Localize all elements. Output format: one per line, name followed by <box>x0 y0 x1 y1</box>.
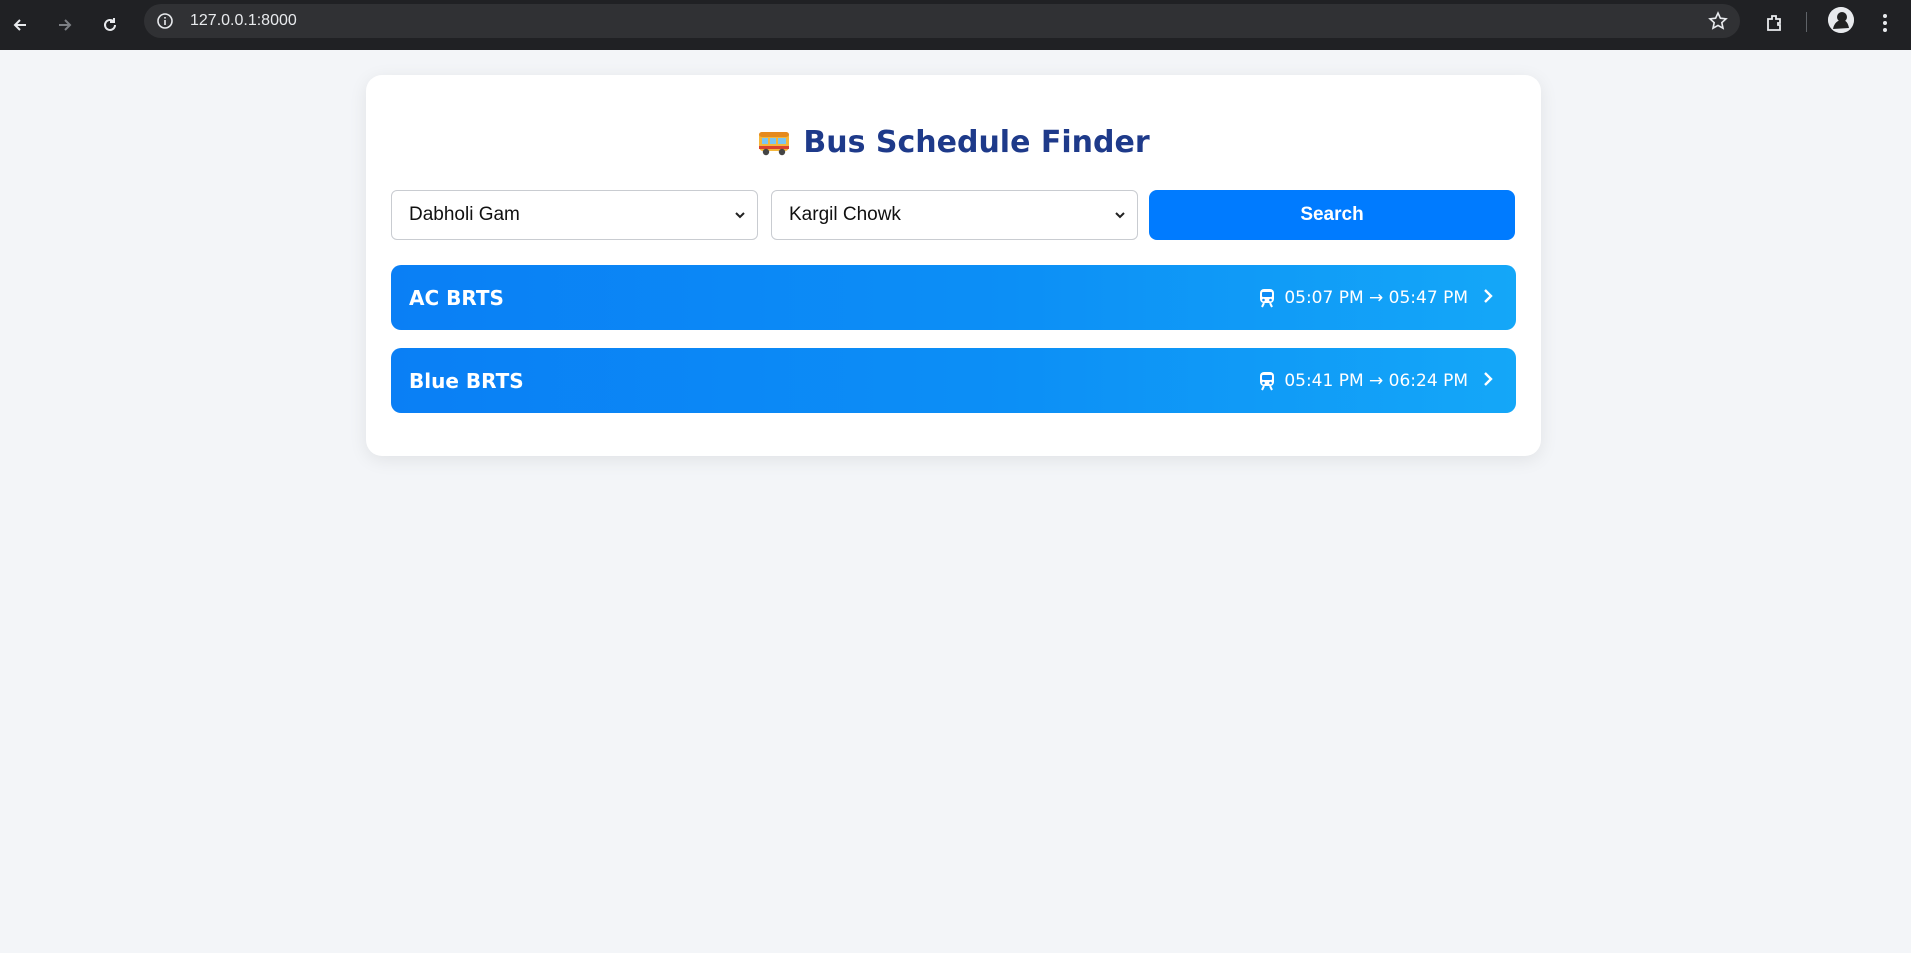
from-stop-value: Dabholi Gam <box>409 204 520 225</box>
route-time: 05:07 PM → 05:47 PM <box>1258 265 1468 330</box>
reload-button[interactable] <box>93 8 127 42</box>
site-info-icon[interactable] <box>154 10 176 32</box>
extensions-icon[interactable] <box>1760 8 1790 38</box>
toolbar-divider <box>1806 12 1807 32</box>
tram-icon <box>1260 288 1275 307</box>
url-text: 127.0.0.1:8000 <box>190 12 297 29</box>
title-text: Bus Schedule Finder <box>803 125 1150 160</box>
route-item[interactable]: AC BRTS 05:07 PM → 05:47 PM <box>391 265 1516 330</box>
profile-avatar[interactable] <box>1828 7 1854 33</box>
to-stop-value: Kargil Chowk <box>789 204 901 225</box>
route-name: Blue BRTS <box>409 368 524 393</box>
from-stop-select[interactable]: Dabholi Gam <box>391 190 758 240</box>
schedule-card: Bus Schedule Finder Dabholi Gam Kargil C… <box>366 75 1541 456</box>
to-stop-select[interactable]: Kargil Chowk <box>771 190 1138 240</box>
route-time: 05:41 PM → 06:24 PM <box>1258 348 1468 413</box>
chevron-right-icon <box>1484 289 1493 303</box>
chevron-right-icon <box>1484 372 1493 386</box>
bookmark-star-icon[interactable] <box>1708 11 1728 36</box>
page-title: Bus Schedule Finder <box>366 125 1541 160</box>
browser-menu-icon[interactable] <box>1872 8 1898 38</box>
back-arrow-icon <box>13 19 26 31</box>
chevron-down-icon <box>735 212 745 219</box>
search-button[interactable]: Search <box>1149 190 1515 240</box>
route-item[interactable]: Blue BRTS 05:41 PM → 06:24 PM <box>391 348 1516 413</box>
search-controls: Dabholi Gam Kargil Chowk Search <box>391 190 1516 240</box>
chevron-down-icon <box>1115 212 1125 219</box>
forward-button[interactable] <box>48 8 82 42</box>
back-button[interactable] <box>3 8 37 42</box>
forward-arrow-icon <box>59 19 72 31</box>
route-name: AC BRTS <box>409 285 504 310</box>
route-time-text: 05:41 PM → 06:24 PM <box>1284 370 1468 391</box>
browser-toolbar: 127.0.0.1:8000 <box>0 0 1911 50</box>
bus-icon <box>759 131 790 155</box>
reload-icon <box>104 18 116 31</box>
route-time-text: 05:07 PM → 05:47 PM <box>1284 287 1468 308</box>
tram-icon <box>1260 371 1275 390</box>
address-bar[interactable]: 127.0.0.1:8000 <box>144 4 1740 38</box>
